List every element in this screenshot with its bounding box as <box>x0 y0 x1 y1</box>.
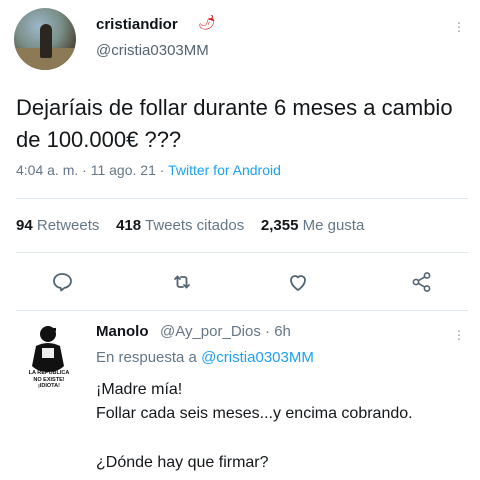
chili-emoji: 🌶 <box>198 14 216 30</box>
avatar-caption-line: ¡IDIOTA! <box>38 383 60 389</box>
divider <box>16 198 468 199</box>
tweet-stats: 94 Retweets 418 Tweets citados 2,355 Me … <box>16 217 364 234</box>
quotes-stat[interactable]: 418 Tweets citados <box>116 217 244 234</box>
reply-author-handle-row: @Ay_por_Dios · 6h <box>160 323 291 340</box>
reply-separator: · <box>265 323 271 340</box>
author-avatar[interactable] <box>14 8 76 70</box>
reply-text-line: ¡Madre mía! <box>96 381 183 398</box>
author-name[interactable]: cristiandior <box>96 16 178 33</box>
retweets-stat[interactable]: 94 Retweets <box>16 217 99 234</box>
in-reply-mention[interactable]: @cristia0303MM <box>201 349 314 366</box>
like-icon[interactable] <box>286 270 310 294</box>
reply-avatar-caption: LA REPÚBLICA NO EXISTE! ¡IDIOTA! <box>18 370 80 390</box>
meta-separator: · <box>82 162 87 178</box>
in-reply-to: En respuesta a @cristia0303MM <box>96 349 314 366</box>
tweet-source[interactable]: Twitter for Android <box>168 162 281 178</box>
reply-text-line: Follar cada seis meses...y encima cobran… <box>96 405 413 422</box>
divider <box>16 252 468 253</box>
tweet-date[interactable]: 11 ago. 21 <box>91 162 156 178</box>
retweets-count: 94 <box>16 217 33 234</box>
meta-separator: · <box>159 162 165 178</box>
in-reply-prefix: En respuesta a <box>96 349 197 366</box>
tweet-text: Dejaríais de follar durante 6 meses a ca… <box>16 95 453 152</box>
quotes-count: 418 <box>116 217 142 234</box>
reply-age[interactable]: 6h <box>274 323 291 340</box>
more-options-icon[interactable]: · · · <box>456 15 462 37</box>
reply-author-handle[interactable]: @Ay_por_Dios <box>160 323 261 340</box>
retweets-label: Retweets <box>36 217 100 234</box>
tweet-time: 4:04 a. m. <box>16 162 79 178</box>
tweet-meta: 4:04 a. m. · 11 ago. 21 · Twitter for An… <box>16 162 281 178</box>
reply-text-line: ¿Dónde hay que firmar? <box>96 454 269 471</box>
reply-more-options-icon[interactable]: · · · <box>456 323 462 345</box>
author-handle[interactable]: @cristia0303MM <box>96 42 209 59</box>
share-icon[interactable] <box>410 270 434 294</box>
quotes-label: Tweets citados <box>145 217 245 234</box>
likes-label: Me gusta <box>302 217 365 234</box>
likes-count: 2,355 <box>260 217 299 234</box>
reply-icon[interactable] <box>50 270 74 294</box>
likes-stat[interactable]: 2,355 Me gusta <box>261 217 364 234</box>
retweet-icon[interactable] <box>170 270 194 294</box>
reply-author-avatar[interactable]: LA REPÚBLICA NO EXISTE! ¡IDIOTA! <box>18 320 78 400</box>
divider <box>16 310 468 311</box>
reply-author-name[interactable]: Manolo <box>96 323 149 340</box>
